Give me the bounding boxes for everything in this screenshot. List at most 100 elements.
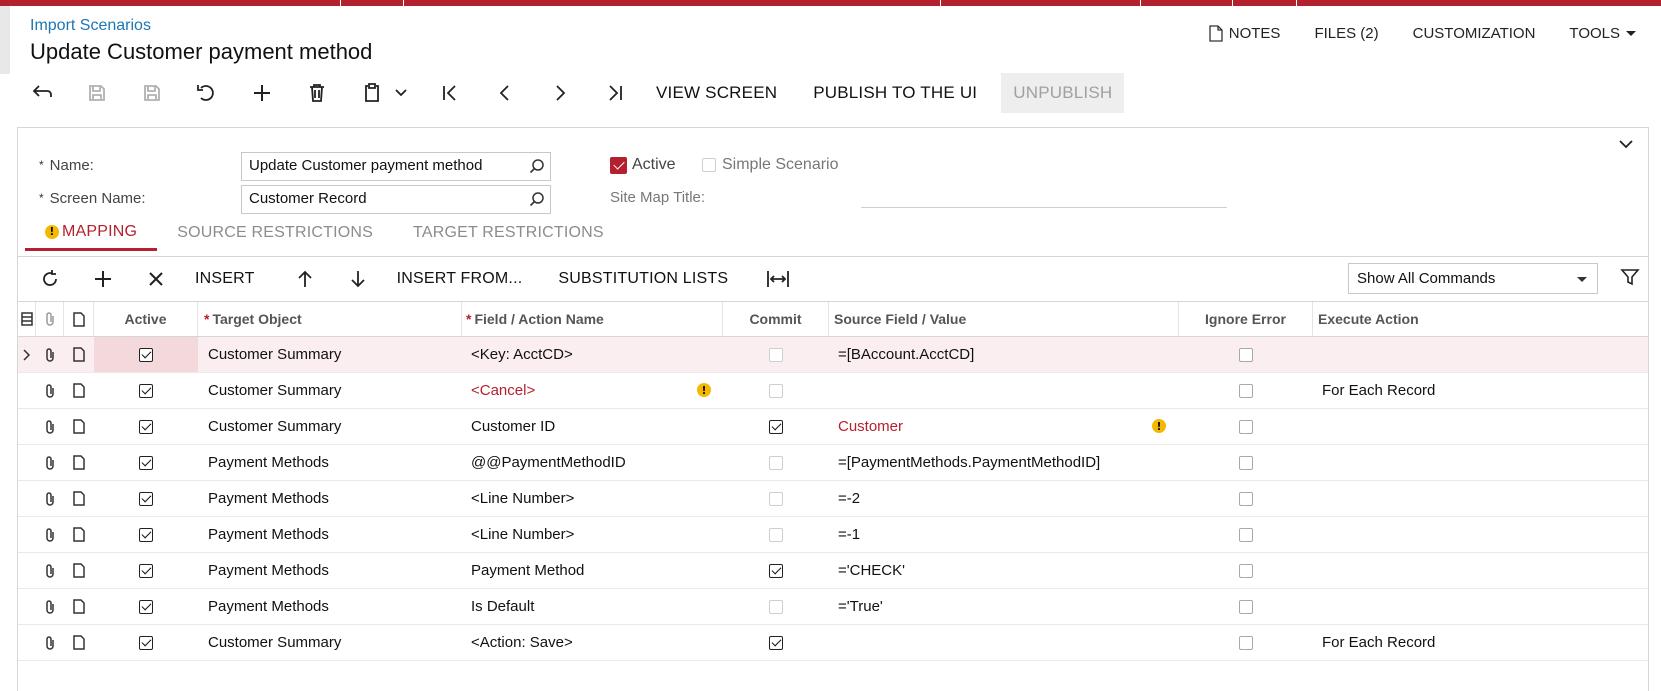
active-checkbox[interactable] (139, 599, 153, 614)
ignore-error-checkbox[interactable] (1239, 635, 1253, 650)
tools-button[interactable]: TOOLS (1569, 25, 1636, 42)
field-action-cell[interactable]: <Action: Save> (462, 625, 723, 660)
add-icon[interactable] (248, 79, 276, 107)
site-map-title-field[interactable] (861, 207, 1227, 208)
last-record-icon[interactable] (601, 79, 629, 107)
note-icon[interactable] (64, 373, 94, 408)
customization-button[interactable]: CUSTOMIZATION (1413, 25, 1536, 42)
commit-checkbox[interactable] (769, 599, 783, 614)
name-field[interactable]: Update Customer payment method (241, 152, 551, 181)
source-field-cell[interactable] (829, 373, 1179, 408)
delete-icon[interactable] (303, 79, 331, 107)
commit-checkbox[interactable] (769, 527, 783, 542)
first-record-icon[interactable] (436, 79, 464, 107)
field-action-cell[interactable]: <Key: AcctCD> (462, 337, 723, 372)
col-source-field[interactable]: Source Field / Value (829, 302, 1179, 336)
row-selector-chevron-icon[interactable] (18, 337, 36, 372)
back-icon[interactable] (28, 79, 56, 107)
table-row[interactable]: Customer Summary <Cancel>! For Each Record (18, 373, 1648, 409)
ignore-error-checkbox-cell[interactable] (1179, 445, 1313, 480)
ignore-error-checkbox-cell[interactable] (1179, 337, 1313, 372)
field-action-cell[interactable]: @@PaymentMethodID (462, 445, 723, 480)
ignore-error-checkbox[interactable] (1239, 347, 1253, 362)
target-object-cell[interactable]: Customer Summary (198, 625, 462, 660)
fit-columns-icon[interactable] (764, 265, 792, 293)
commit-checkbox-cell[interactable] (723, 553, 829, 588)
active-checkbox[interactable] (610, 156, 627, 174)
attachment-icon[interactable] (36, 625, 64, 660)
target-object-cell[interactable]: Payment Methods (198, 517, 462, 552)
active-checkbox[interactable] (139, 527, 153, 542)
attachment-icon[interactable] (36, 445, 64, 480)
source-field-cell[interactable] (829, 625, 1179, 660)
source-field-cell[interactable]: ='True' (829, 589, 1179, 624)
target-object-cell[interactable]: Payment Methods (198, 481, 462, 516)
ignore-error-checkbox-cell[interactable] (1179, 589, 1313, 624)
active-checkbox[interactable] (139, 455, 153, 470)
publish-button[interactable]: PUBLISH TO THE UI (813, 83, 977, 103)
execute-action-cell[interactable] (1313, 481, 1560, 516)
execute-action-cell[interactable]: For Each Record (1313, 373, 1560, 408)
search-icon[interactable] (529, 158, 545, 178)
row-settings-icon[interactable] (18, 302, 36, 336)
commit-checkbox-cell[interactable] (723, 373, 829, 408)
table-row[interactable]: Payment Methods Payment Method ='CHECK' (18, 553, 1648, 589)
attachment-icon[interactable] (36, 517, 64, 552)
delete-row-icon[interactable] (142, 265, 170, 293)
col-target-object[interactable]: * Target Object (198, 302, 462, 336)
execute-action-cell[interactable] (1313, 445, 1560, 480)
chevron-down-icon[interactable] (394, 79, 408, 107)
active-checkbox[interactable] (139, 383, 153, 398)
active-checkbox-cell[interactable] (94, 409, 198, 444)
ignore-error-checkbox-cell[interactable] (1179, 553, 1313, 588)
execute-action-cell[interactable] (1313, 553, 1560, 588)
files-button[interactable]: FILES (2) (1314, 25, 1378, 42)
target-object-cell[interactable]: Customer Summary (198, 409, 462, 444)
col-active[interactable]: Active (94, 302, 198, 336)
note-icon[interactable] (64, 589, 94, 624)
commit-checkbox-cell[interactable] (723, 589, 829, 624)
field-action-cell[interactable]: Payment Method (462, 553, 723, 588)
notes-button[interactable]: NOTES (1209, 25, 1280, 42)
collapse-chevron-icon[interactable] (1619, 136, 1633, 154)
refresh-icon[interactable] (36, 265, 64, 293)
active-checkbox[interactable] (139, 563, 153, 578)
field-action-cell[interactable]: Is Default (462, 589, 723, 624)
attachment-icon[interactable] (36, 481, 64, 516)
screen-name-field[interactable]: Customer Record (241, 185, 551, 214)
ignore-error-checkbox-cell[interactable] (1179, 481, 1313, 516)
note-icon[interactable] (64, 625, 94, 660)
table-row[interactable]: Payment Methods <Line Number> =-2 (18, 481, 1648, 517)
source-field-cell[interactable]: =[BAccount.AcctCD] (829, 337, 1179, 372)
field-action-cell[interactable]: <Cancel> (462, 373, 723, 408)
ignore-error-checkbox-cell[interactable] (1179, 517, 1313, 552)
col-commit[interactable]: Commit (723, 302, 829, 336)
clipboard-icon[interactable] (358, 79, 386, 107)
commit-checkbox-cell[interactable] (723, 337, 829, 372)
search-icon[interactable] (529, 191, 545, 211)
view-screen-button[interactable]: VIEW SCREEN (656, 83, 777, 103)
ignore-error-checkbox[interactable] (1239, 383, 1253, 398)
active-checkbox[interactable] (139, 347, 153, 362)
commit-checkbox[interactable] (769, 491, 783, 506)
commit-checkbox-cell[interactable] (723, 481, 829, 516)
field-action-cell[interactable]: <Line Number> (462, 481, 723, 516)
tab-mapping[interactable]: ! MAPPING (25, 215, 158, 251)
table-row[interactable]: Payment Methods Is Default ='True' (18, 589, 1648, 625)
commands-select[interactable]: Show All Commands (1348, 263, 1598, 294)
note-icon[interactable] (64, 517, 94, 552)
substitution-lists-button[interactable]: SUBSTITUTION LISTS (558, 270, 728, 288)
commit-checkbox[interactable] (769, 419, 783, 434)
target-object-cell[interactable]: Customer Summary (198, 337, 462, 372)
commit-checkbox-cell[interactable] (723, 517, 829, 552)
commit-checkbox[interactable] (769, 347, 783, 362)
source-field-cell[interactable]: =[PaymentMethods.PaymentMethodID] (829, 445, 1179, 480)
tab-target-restrictions[interactable]: TARGET RESTRICTIONS (393, 215, 624, 251)
insert-button[interactable]: INSERT (195, 270, 255, 288)
ignore-error-checkbox[interactable] (1239, 527, 1253, 542)
table-row[interactable]: Customer Summary Customer ID Customer! (18, 409, 1648, 445)
active-checkbox-cell[interactable] (94, 481, 198, 516)
execute-action-cell[interactable] (1313, 517, 1560, 552)
unpublish-button[interactable]: UNPUBLISH (1001, 73, 1125, 113)
ignore-error-checkbox[interactable] (1239, 455, 1253, 470)
